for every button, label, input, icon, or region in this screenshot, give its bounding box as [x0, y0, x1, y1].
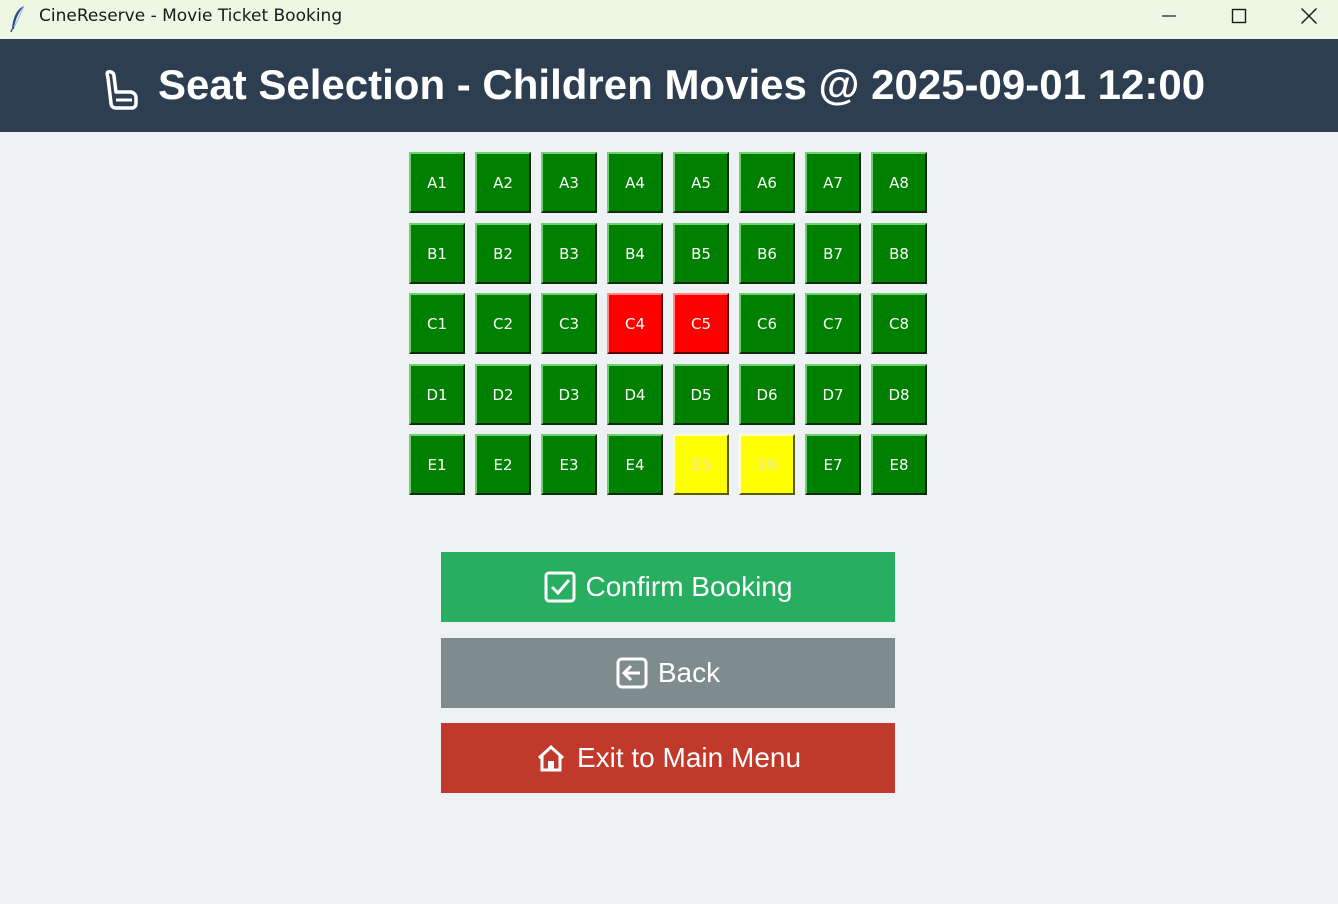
- seat-b7[interactable]: B7: [805, 223, 861, 284]
- page-title: Seat Selection - Children Movies @ 2025-…: [158, 61, 1206, 108]
- seat-e3[interactable]: E3: [541, 434, 597, 495]
- check-box-icon: [544, 571, 576, 603]
- seat-e4[interactable]: E4: [607, 434, 663, 495]
- seat-b2[interactable]: B2: [475, 223, 531, 284]
- seat-c5[interactable]: C5: [673, 293, 729, 354]
- seat-a2[interactable]: A2: [475, 152, 531, 213]
- seat-e5[interactable]: E5: [673, 434, 729, 495]
- seat-c3[interactable]: C3: [541, 293, 597, 354]
- house-icon: [535, 742, 567, 774]
- minimize-button[interactable]: [1134, 0, 1204, 32]
- close-icon: [1301, 8, 1317, 24]
- seat-b5[interactable]: B5: [673, 223, 729, 284]
- maximize-icon: [1231, 8, 1247, 24]
- seat-a3[interactable]: A3: [541, 152, 597, 213]
- arrow-left-box-icon: [616, 657, 648, 689]
- seat-d1[interactable]: D1: [409, 364, 465, 425]
- seat-a7[interactable]: A7: [805, 152, 861, 213]
- minimize-icon: [1162, 15, 1176, 17]
- seat-d5[interactable]: D5: [673, 364, 729, 425]
- seat-d2[interactable]: D2: [475, 364, 531, 425]
- seat-b4[interactable]: B4: [607, 223, 663, 284]
- seat-d4[interactable]: D4: [607, 364, 663, 425]
- seat-a8[interactable]: A8: [871, 152, 927, 213]
- window-titlebar[interactable]: CineReserve - Movie Ticket Booking: [0, 0, 1338, 39]
- seat-d3[interactable]: D3: [541, 364, 597, 425]
- seat-b1[interactable]: B1: [409, 223, 465, 284]
- back-label: Back: [657, 657, 721, 688]
- seat-d7[interactable]: D7: [805, 364, 861, 425]
- close-button[interactable]: [1274, 0, 1338, 32]
- seat-d8[interactable]: D8: [871, 364, 927, 425]
- seat-b8[interactable]: B8: [871, 223, 927, 284]
- seat-e1[interactable]: E1: [409, 434, 465, 495]
- window-title: CineReserve - Movie Ticket Booking: [39, 6, 343, 26]
- seat-d6[interactable]: D6: [739, 364, 795, 425]
- seat-c2[interactable]: C2: [475, 293, 531, 354]
- seat-c1[interactable]: C1: [409, 293, 465, 354]
- seat-e8[interactable]: E8: [871, 434, 927, 495]
- seat-c8[interactable]: C8: [871, 293, 927, 354]
- seat-c6[interactable]: C6: [739, 293, 795, 354]
- feather-icon: [10, 5, 25, 33]
- seat-e7[interactable]: E7: [805, 434, 861, 495]
- seat-a4[interactable]: A4: [607, 152, 663, 213]
- seat-c4[interactable]: C4: [607, 293, 663, 354]
- seat-a1[interactable]: A1: [409, 152, 465, 213]
- seat-c7[interactable]: C7: [805, 293, 861, 354]
- exit-to-main-menu-button[interactable]: Exit to Main Menu: [441, 723, 895, 793]
- exit-label: Exit to Main Menu: [576, 742, 802, 773]
- seat-b6[interactable]: B6: [739, 223, 795, 284]
- seat-e6[interactable]: E6: [739, 434, 795, 495]
- seat-icon: [105, 70, 138, 110]
- seat-a6[interactable]: A6: [739, 152, 795, 213]
- seat-e2[interactable]: E2: [475, 434, 531, 495]
- maximize-button[interactable]: [1204, 0, 1274, 32]
- seat-b3[interactable]: B3: [541, 223, 597, 284]
- page-header: Seat Selection - Children Movies @ 2025-…: [0, 39, 1338, 132]
- seat-a5[interactable]: A5: [673, 152, 729, 213]
- back-button[interactable]: Back: [441, 638, 895, 708]
- confirm-booking-button[interactable]: Confirm Booking: [441, 552, 895, 622]
- confirm-booking-label: Confirm Booking: [585, 571, 793, 602]
